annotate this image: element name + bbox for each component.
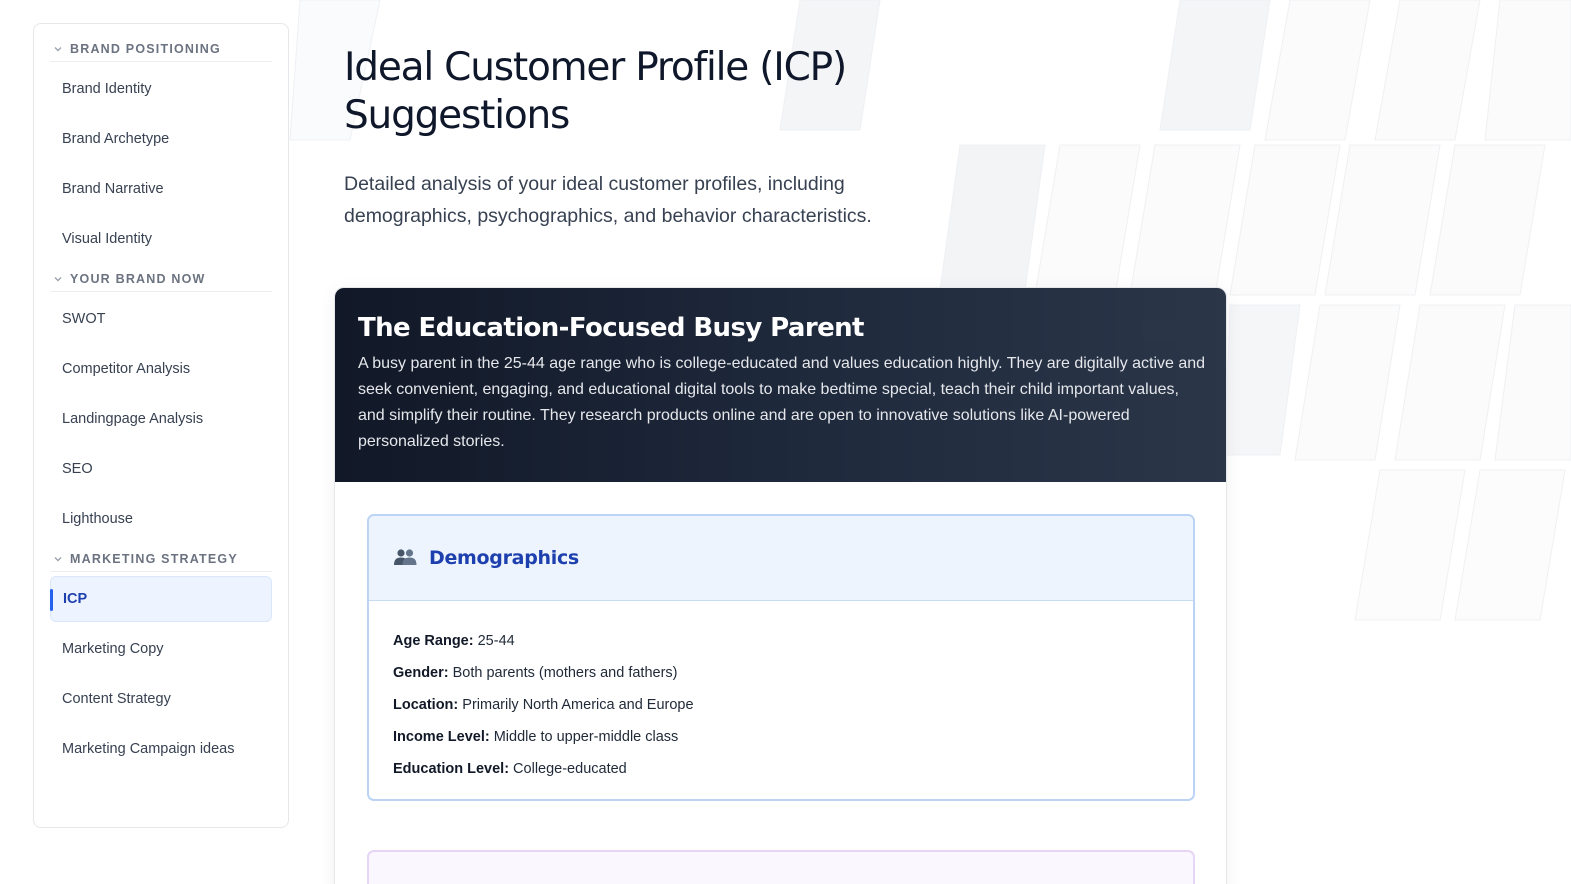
sidebar-item-lighthouse[interactable]: Lighthouse bbox=[50, 496, 272, 542]
section-title: YOUR BRAND NOW bbox=[70, 271, 206, 286]
demographic-row-income: Income Level: Middle to upper-middle cla… bbox=[393, 721, 1193, 753]
sidebar-item-visual-identity[interactable]: Visual Identity bbox=[50, 216, 272, 262]
sidebar-item-marketing-campaign-ideas[interactable]: Marketing Campaign ideas bbox=[50, 726, 272, 772]
row-value: College-educated bbox=[509, 761, 627, 777]
chevron-down-icon bbox=[50, 41, 66, 57]
demographic-row-location: Location: Primarily North America and Eu… bbox=[393, 689, 1193, 721]
section-header-brand-positioning[interactable]: BRAND POSITIONING bbox=[50, 38, 272, 62]
row-value: Primarily North America and Europe bbox=[458, 697, 694, 713]
row-label: Gender: bbox=[393, 665, 449, 681]
demographic-row-education: Education Level: College-educated bbox=[393, 753, 1193, 785]
people-icon bbox=[393, 548, 417, 569]
row-value: Middle to upper-middle class bbox=[489, 729, 679, 745]
sidebar: BRAND POSITIONING Brand Identity Brand A… bbox=[33, 23, 289, 828]
row-label: Income Level: bbox=[393, 729, 490, 745]
sidebar-section-brand-positioning: BRAND POSITIONING Brand Identity Brand A… bbox=[50, 38, 272, 262]
sidebar-item-brand-narrative[interactable]: Brand Narrative bbox=[50, 166, 272, 212]
page-description: Detailed analysis of your ideal customer… bbox=[344, 173, 872, 227]
section-title: BRAND POSITIONING bbox=[70, 41, 221, 56]
row-label: Age Range: bbox=[393, 633, 474, 649]
sidebar-section-your-brand-now: YOUR BRAND NOW SWOT Competitor Analysis … bbox=[50, 268, 272, 542]
demographic-row-age: Age Range: 25-44 bbox=[393, 625, 1193, 657]
row-value: Both parents (mothers and fathers) bbox=[448, 665, 678, 681]
profile-header: The Education-Focused Busy Parent A busy… bbox=[335, 288, 1226, 482]
demographics-panel: Demographics Age Range: 25-44 Gender: Bo… bbox=[367, 514, 1195, 801]
page: BRAND POSITIONING Brand Identity Brand A… bbox=[0, 0, 1571, 884]
main-header: Ideal Customer Profile (ICP) Suggestions… bbox=[344, 44, 1224, 232]
row-label: Location: bbox=[393, 697, 459, 713]
sidebar-item-swot[interactable]: SWOT bbox=[50, 296, 272, 342]
next-panel bbox=[367, 850, 1195, 884]
sidebar-item-landingpage-analysis[interactable]: Landingpage Analysis bbox=[50, 396, 272, 442]
sidebar-item-icp[interactable]: ICP bbox=[50, 576, 272, 622]
profile-title: The Education-Focused Busy Parent bbox=[358, 313, 864, 343]
row-value: 25-44 bbox=[473, 633, 515, 649]
sidebar-item-brand-identity[interactable]: Brand Identity bbox=[50, 66, 272, 112]
sidebar-item-competitor-analysis[interactable]: Competitor Analysis bbox=[50, 346, 272, 392]
profile-badge bbox=[1142, 320, 1200, 342]
page-title: Ideal Customer Profile (ICP) Suggestions bbox=[344, 45, 847, 138]
demographic-row-gender: Gender: Both parents (mothers and father… bbox=[393, 657, 1193, 689]
section-header-marketing-strategy[interactable]: MARKETING STRATEGY bbox=[50, 548, 272, 572]
sidebar-section-marketing-strategy: MARKETING STRATEGY ICP Marketing Copy Co… bbox=[50, 548, 272, 772]
profile-description: A busy parent in the 25-44 age range who… bbox=[358, 355, 1206, 450]
row-label: Education Level: bbox=[393, 761, 510, 777]
sidebar-item-brand-archetype[interactable]: Brand Archetype bbox=[50, 116, 272, 162]
icp-profile-card: The Education-Focused Busy Parent A busy… bbox=[334, 287, 1227, 884]
sidebar-item-content-strategy[interactable]: Content Strategy bbox=[50, 676, 272, 722]
sidebar-item-marketing-copy[interactable]: Marketing Copy bbox=[50, 626, 272, 672]
section-header-your-brand-now[interactable]: YOUR BRAND NOW bbox=[50, 268, 272, 292]
demographics-header: Demographics bbox=[369, 516, 1193, 601]
demographics-body: Age Range: 25-44 Gender: Both parents (m… bbox=[369, 601, 1193, 785]
chevron-down-icon bbox=[50, 551, 66, 567]
chevron-down-icon bbox=[50, 271, 66, 287]
section-title: MARKETING STRATEGY bbox=[70, 551, 238, 566]
demographics-title: Demographics bbox=[429, 547, 579, 569]
sidebar-item-seo[interactable]: SEO bbox=[50, 446, 272, 492]
